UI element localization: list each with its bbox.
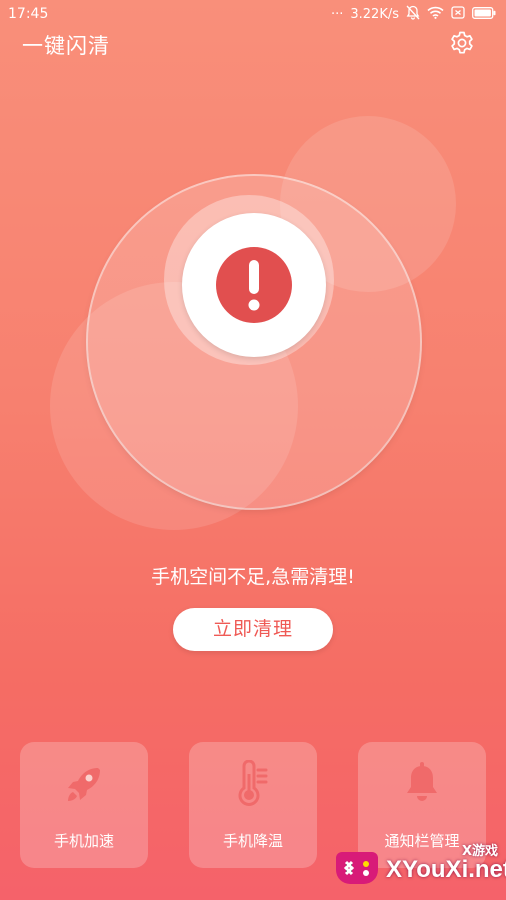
net-speed: 3.22K/s [350, 7, 399, 22]
status-time: 17:45 [8, 6, 49, 22]
card-phone-cooling[interactable]: 手机降温 [189, 742, 317, 868]
card-label: 手机降温 [222, 832, 283, 850]
status-message: 手机空间不足,急需清理! [151, 566, 355, 588]
rocket-icon [60, 760, 108, 808]
gamepad-logo-icon [334, 844, 380, 890]
bell-icon [398, 760, 446, 808]
header: 一键闪清 [0, 28, 506, 62]
battery-icon [472, 6, 496, 23]
page-title: 一键闪清 [22, 34, 110, 58]
exclamation-icon [214, 245, 294, 325]
watermark: X游戏 XYouXi.net [330, 836, 506, 896]
clean-now-button[interactable]: 立即清理 [173, 608, 333, 651]
card-label: 手机加速 [53, 832, 114, 850]
watermark-text: XYouXi.net [386, 856, 506, 883]
wifi-icon [427, 6, 444, 23]
card-phone-boost[interactable]: 手机加速 [20, 742, 148, 868]
gear-icon[interactable] [449, 30, 475, 56]
sim-icon [451, 6, 465, 23]
status-dots: ··· [330, 7, 344, 22]
status-bar: 17:45 ··· 3.22K/s [0, 0, 506, 28]
thermometer-icon [229, 759, 277, 808]
status-icons: ··· 3.22K/s [331, 5, 496, 24]
mute-bell-icon [406, 5, 420, 24]
